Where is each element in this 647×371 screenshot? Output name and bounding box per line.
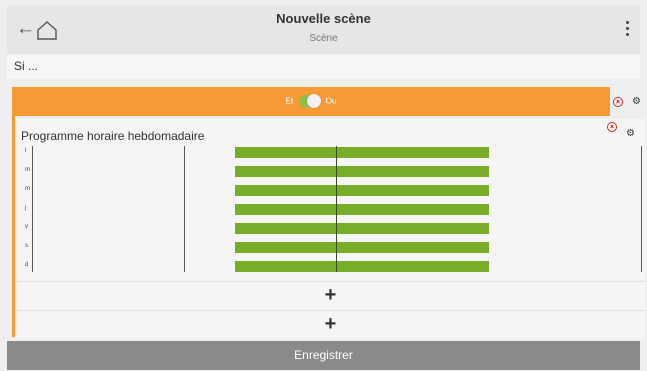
schedule-current-time-line <box>336 146 337 272</box>
add-condition-plus-icon[interactable]: + <box>15 284 646 307</box>
title-block: Nouvelle scène Scène <box>7 11 640 45</box>
schedule-bar[interactable] <box>235 242 489 253</box>
day-label: s <box>25 243 28 249</box>
day-label: j <box>25 205 27 211</box>
schedule-bar[interactable] <box>235 223 489 234</box>
more-vertical-icon[interactable] <box>624 21 630 39</box>
add-group-plus-icon[interactable]: + <box>15 313 646 336</box>
logic-and-label: Et <box>285 96 294 106</box>
logic-operator-bar: Et Ou <box>12 87 610 116</box>
group-settings-gear-icon[interactable]: ⚙ <box>632 97 641 107</box>
day-label: d <box>25 262 29 268</box>
toggle-knob <box>307 94 322 108</box>
save-button[interactable]: Enregistrer <box>7 341 640 370</box>
condition-row[interactable]: Si ... <box>7 55 640 79</box>
schedule-bar[interactable] <box>235 204 489 215</box>
condition-label: Si ... <box>14 59 39 73</box>
schedule-bar[interactable] <box>235 185 489 196</box>
logic-toggle[interactable] <box>299 94 322 108</box>
schedule-bar[interactable] <box>235 147 489 158</box>
grid-line-left <box>32 146 33 272</box>
weekly-schedule-card: Programme horaire hebdomadaire ⚙ l m m j… <box>15 119 646 280</box>
day-label: v <box>25 224 28 230</box>
add-condition-row[interactable]: + <box>15 281 646 310</box>
page-subtitle: Scène <box>309 33 338 44</box>
schedule-bar[interactable] <box>235 166 489 177</box>
day-label: m <box>25 167 30 173</box>
delete-group-icon[interactable] <box>613 97 623 107</box>
app-header: ← Nouvelle scène Scène <box>7 6 640 54</box>
day-label: m <box>25 186 30 192</box>
schedule-bar[interactable] <box>235 261 489 272</box>
day-label: l <box>25 148 27 154</box>
schedule-settings-gear-icon[interactable]: ⚙ <box>626 129 635 139</box>
page-title: Nouvelle scène <box>276 11 371 26</box>
delete-schedule-icon[interactable] <box>607 122 617 132</box>
add-group-row[interactable]: + <box>15 310 646 339</box>
schedule-title: Programme horaire hebdomadaire <box>21 129 205 143</box>
grid-line-right <box>641 146 642 272</box>
grid-line-day-start <box>184 146 185 272</box>
logic-or-label: Ou <box>325 96 337 106</box>
